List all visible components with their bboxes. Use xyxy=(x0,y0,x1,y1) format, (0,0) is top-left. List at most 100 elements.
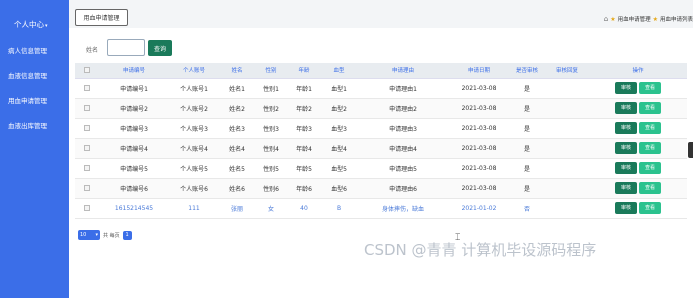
row-checkbox[interactable] xyxy=(84,165,90,171)
breadcrumb-item[interactable]: 用血申请列表 xyxy=(660,15,693,23)
row-checkbox[interactable] xyxy=(84,125,90,131)
table-cell: 年龄3 xyxy=(287,118,321,139)
page-number-button[interactable]: 1 xyxy=(122,230,132,240)
table-cell: 年龄2 xyxy=(287,98,321,119)
audit-button[interactable]: 审核 xyxy=(615,122,637,134)
home-icon[interactable]: ⌂ xyxy=(604,15,608,23)
page-size-value: 10 xyxy=(80,232,87,238)
sidebar-item-blood-outbound[interactable]: 血液出库管理 xyxy=(0,120,69,130)
view-button[interactable]: 查看 xyxy=(639,202,661,214)
sidebar: 个人中心▾ 病人信息管理 血液信息管理 用血申请管理 血液出库管理 xyxy=(0,0,69,298)
audit-button[interactable]: 审核 xyxy=(615,102,637,114)
header-cell[interactable]: 申请理由 xyxy=(357,63,449,79)
table-cell: 性别5 xyxy=(255,158,287,179)
breadcrumb-item[interactable]: 用血申请管理 xyxy=(618,15,651,23)
search-input[interactable] xyxy=(107,39,145,56)
header-cell[interactable]: 血型 xyxy=(321,63,357,79)
row-select-cell[interactable] xyxy=(75,198,99,219)
header-cell[interactable]: 姓名 xyxy=(219,63,255,79)
audit-button[interactable]: 审核 xyxy=(615,142,637,154)
header-cell[interactable]: 性别 xyxy=(255,63,287,79)
view-button[interactable]: 查看 xyxy=(639,122,661,134)
header-cell[interactable]: 个人账号 xyxy=(169,63,219,79)
table-cell: B xyxy=(321,198,357,219)
audit-button[interactable]: 审核 xyxy=(615,82,637,94)
sidebar-item-blood-info[interactable]: 血液信息管理 xyxy=(0,70,69,80)
star-icon: ★ xyxy=(652,15,658,23)
table-cell: 个人账号6 xyxy=(169,178,219,199)
table-cell: 是 xyxy=(509,138,545,159)
row-checkbox[interactable] xyxy=(84,105,90,111)
table-cell: 个人账号2 xyxy=(169,98,219,119)
row-actions: 审核 查看 xyxy=(589,138,687,159)
table-cell xyxy=(545,138,589,159)
table-cell: 40 xyxy=(287,198,321,219)
table-cell: 性别1 xyxy=(255,78,287,99)
search-button[interactable]: 查询 xyxy=(148,40,172,56)
row-actions: 审核 查看 xyxy=(589,78,687,99)
table-cell: 申请编号1 xyxy=(99,78,169,99)
table-cell: 身体摔伤，缺血 xyxy=(357,198,449,219)
table-header-row: 申请编号 个人账号 姓名 性别 年龄 血型 申请理由 申请日期 是否审核 审核回… xyxy=(75,63,687,79)
sidebar-item-blood-request[interactable]: 用血申请管理 xyxy=(0,95,69,105)
row-actions: 审核 查看 xyxy=(589,158,687,179)
row-select-cell[interactable] xyxy=(75,78,99,99)
row-checkbox[interactable] xyxy=(84,185,90,191)
table-row[interactable]: 申请编号3 个人账号3 姓名3 性别3 年龄3 血型3 申请理由3 2021-03-08 是 审核… xyxy=(75,118,687,139)
row-select-cell[interactable] xyxy=(75,118,99,139)
table-row[interactable]: 申请编号1 个人账号1 姓名1 性别1 年龄1 血型1 申请理由1 2021-03-08 是 审核… xyxy=(75,78,687,99)
table-row[interactable]: 申请编号5 个人账号5 姓名5 性别5 年龄5 血型5 申请理由5 2021-03-08 是 审核… xyxy=(75,158,687,179)
table-cell xyxy=(545,78,589,99)
table-cell: 111 xyxy=(169,198,219,219)
sidebar-item-patient-info[interactable]: 病人信息管理 xyxy=(0,45,69,55)
audit-button[interactable]: 审核 xyxy=(615,182,637,194)
row-checkbox[interactable] xyxy=(84,85,90,91)
table-cell: 年龄1 xyxy=(287,78,321,99)
table-cell: 性别2 xyxy=(255,98,287,119)
view-button[interactable]: 查看 xyxy=(639,162,661,174)
select-all-checkbox[interactable] xyxy=(84,67,90,73)
audit-button[interactable]: 审核 xyxy=(615,162,637,174)
table-cell: 性别6 xyxy=(255,178,287,199)
table-cell: 否 xyxy=(509,198,545,219)
row-select-cell[interactable] xyxy=(75,178,99,199)
view-button[interactable]: 查看 xyxy=(639,182,661,194)
table-cell: 申请理由4 xyxy=(357,138,449,159)
table-row[interactable]: 申请编号4 个人账号4 姓名4 性别4 年龄4 血型4 申请理由4 2021-03-08 是 审核… xyxy=(75,138,687,159)
header-cell[interactable]: 年龄 xyxy=(287,63,321,79)
table-cell: 是 xyxy=(509,158,545,179)
table-cell: 申请理由1 xyxy=(357,78,449,99)
row-checkbox[interactable] xyxy=(84,145,90,151)
view-button[interactable]: 查看 xyxy=(639,82,661,94)
table-cell xyxy=(545,178,589,199)
table-row[interactable]: 申请编号6 个人账号6 姓名6 性别6 年龄6 血型6 申请理由6 2021-03-08 是 审核… xyxy=(75,178,687,199)
table-cell xyxy=(545,158,589,179)
view-button[interactable]: 查看 xyxy=(639,142,661,154)
view-button[interactable]: 查看 xyxy=(639,102,661,114)
audit-button[interactable]: 审核 xyxy=(615,202,637,214)
table-row[interactable]: 1615214545 111 张丽女 40 B 身体摔伤，缺血 2021-01-02 否 审核查… xyxy=(75,198,687,219)
sidebar-item-personal-center[interactable]: 个人中心▾ xyxy=(0,19,69,30)
header-cell[interactable]: 申请日期 xyxy=(449,63,509,79)
row-select-cell[interactable] xyxy=(75,98,99,119)
header-cell[interactable]: 申请编号 xyxy=(99,63,169,79)
header-cell: 审核回复 xyxy=(545,63,589,79)
row-select-cell[interactable] xyxy=(75,158,99,179)
table-cell: 申请编号5 xyxy=(99,158,169,179)
table-cell: 申请编号4 xyxy=(99,138,169,159)
sidebar-item-label: 用血申请管理 xyxy=(8,97,47,105)
table-cell xyxy=(545,118,589,139)
side-scroll-handle[interactable] xyxy=(688,142,693,158)
table-cell: 申请理由3 xyxy=(357,118,449,139)
row-checkbox[interactable] xyxy=(84,205,90,211)
page-size-select[interactable]: 10 ▾ xyxy=(78,230,100,240)
row-select-cell[interactable] xyxy=(75,138,99,159)
header-cell[interactable]: 是否审核 xyxy=(509,63,545,79)
tab-blood-request[interactable]: 用血申请管理 xyxy=(75,9,128,26)
header-select[interactable] xyxy=(75,63,99,79)
table-cell: 是 xyxy=(509,178,545,199)
table-cell: 姓名3 xyxy=(219,118,255,139)
table-row[interactable]: 申请编号2 个人账号2 姓名2 性别2 年龄2 血型2 申请理由2 2021-03-08 是 审核… xyxy=(75,98,687,119)
table-cell: 申请编号2 xyxy=(99,98,169,119)
breadcrumb: ⌂ ★ 用血申请管理 ★ 用血申请列表 xyxy=(604,15,693,23)
